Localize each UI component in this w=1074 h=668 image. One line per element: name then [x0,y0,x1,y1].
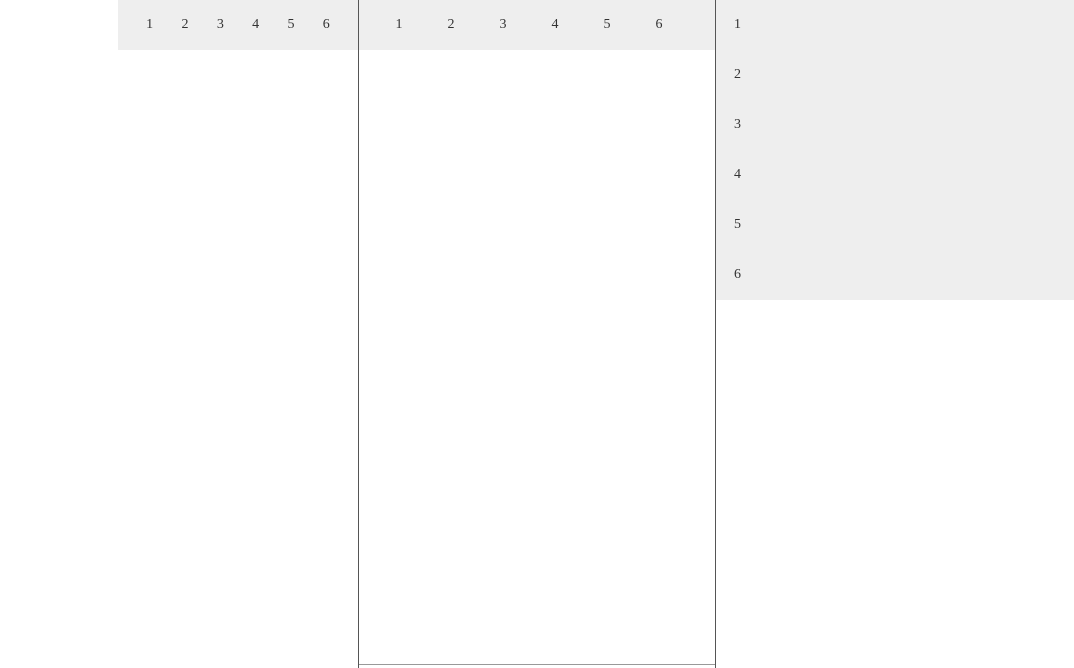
panel-left: 1 2 3 4 5 6 [118,0,358,50]
panel-left-header-cell: 5 [273,17,308,33]
panel-right-cell: 4 [734,150,1074,200]
panel-left-header-cell: 6 [309,17,344,33]
panel-middle-header-cell: 6 [633,17,685,33]
panel-middle: 1 2 3 4 5 6 [359,0,715,665]
panel-left-header-row: 1 2 3 4 5 6 [118,0,358,50]
panel-right-cell: 6 [734,250,1074,300]
panel-middle-header-cell: 3 [477,17,529,33]
panel-right: 1 2 3 4 5 6 [716,0,1074,300]
panel-middle-header-cell: 4 [529,17,581,33]
panel-middle-header-cell: 2 [425,17,477,33]
panel-left-header-cell: 1 [132,17,167,33]
panel-right-column: 1 2 3 4 5 6 [716,0,1074,300]
panel-left-header-cell: 3 [203,17,238,33]
panel-middle-header-cell: 1 [373,17,425,33]
panel-middle-header-cell: 5 [581,17,633,33]
panel-right-cell: 5 [734,200,1074,250]
panel-right-cell: 1 [734,0,1074,50]
panel-left-header-cell: 4 [238,17,273,33]
panel-right-cell: 3 [734,100,1074,150]
panel-middle-body [359,50,715,665]
panel-left-header-cell: 2 [167,17,202,33]
panel-middle-header-row: 1 2 3 4 5 6 [359,0,715,50]
panel-right-cell: 2 [734,50,1074,100]
